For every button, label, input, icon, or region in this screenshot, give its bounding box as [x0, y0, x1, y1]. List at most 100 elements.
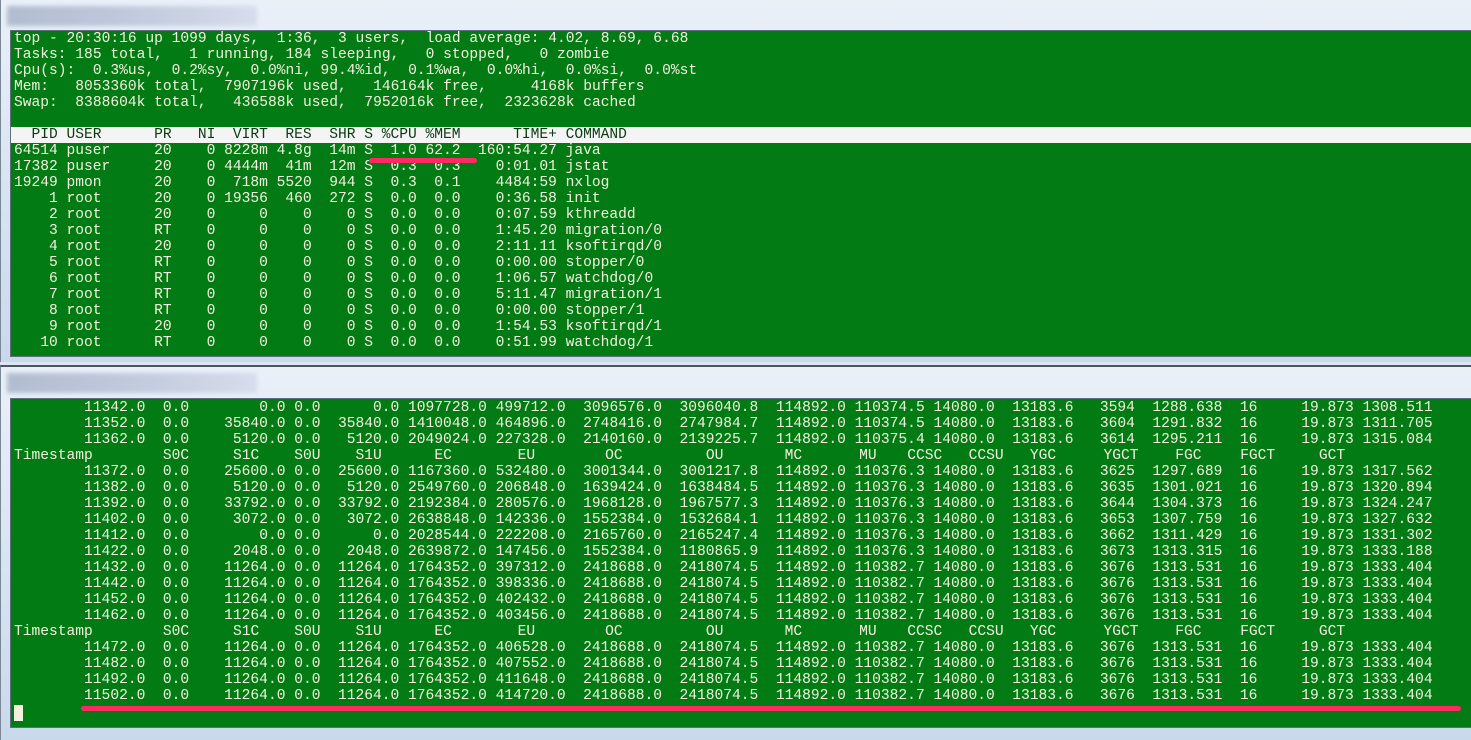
cell-fgc: 16: [1239, 560, 1258, 576]
jstat-row: 11432.0 0.0 11264.0 0.0 11264.0 1764352.0 3973…: [11, 560, 1471, 576]
cell-s1u: 11264.0: [337, 672, 400, 688]
cell-ni: 0: [206, 191, 216, 207]
cell-mc: 114892.0: [775, 416, 846, 432]
cell-pid: 6: [49, 271, 58, 287]
cell-eu: 403456.0: [495, 608, 566, 624]
cell-command: watchdog/0: [565, 271, 654, 287]
cell-ou: 2165247.4: [679, 528, 759, 544]
cell-res: 0: [302, 239, 312, 255]
top-output[interactable]: top - 20:30:16 up 1099 days, 1:36, 3 use…: [10, 30, 1471, 357]
cell-ec: 2549760.0: [408, 480, 487, 496]
column-header: S0C: [162, 448, 190, 464]
cell-res: 5520: [276, 175, 312, 191]
column-header: PID: [31, 127, 58, 143]
cell-timestamp: 11362.0: [84, 432, 146, 448]
cell-ni: 0: [206, 287, 216, 303]
cell-command: jstat: [565, 159, 610, 175]
cell-gct: 1331.302: [1362, 528, 1433, 544]
process-row[interactable]: 7 root RT 0 0 0 0 S 0.0 0.0 5:11.47 migration/1: [11, 287, 1471, 303]
cell-ec: 1167360.0: [408, 464, 487, 480]
cell-user: puser: [66, 159, 111, 175]
cell-mu: 110382.7: [854, 688, 925, 704]
jstat-header-row: Timestamp S0C S1C S0U S1U EC EU OC OU MC MU CCSC CCS…: [11, 624, 1471, 640]
cell-shr: 0: [346, 223, 356, 239]
cell-s0c: 0.0: [162, 496, 190, 512]
cell-ccsu: 13183.6: [1012, 640, 1074, 656]
cell-virt: 0: [259, 239, 268, 255]
cell-ccsc: 14080.0: [933, 672, 995, 688]
summary-line: Mem: 8053360k total, 7907196k used, 1461…: [14, 79, 645, 95]
cell-ou: 2418074.5: [679, 576, 759, 592]
terminal-cursor: [14, 705, 23, 721]
title-bar[interactable]: [1, 0, 1471, 30]
cell-s1u: 11264.0: [337, 608, 400, 624]
cell-gct: 1333.404: [1362, 560, 1433, 576]
column-header: USER: [66, 127, 102, 143]
cell-fgc: 16: [1239, 528, 1258, 544]
cell-ccsc: 14080.0: [933, 688, 995, 704]
cell-fgc: 16: [1239, 608, 1258, 624]
column-header: S0U: [294, 624, 321, 640]
jstat-row: 11372.0 0.0 25600.0 0.0 25600.0 1167360.0 5324…: [11, 464, 1471, 480]
cell-cpu: 0.0: [390, 191, 417, 207]
cell-cpu: 0.0: [390, 255, 417, 271]
cell-pr: RT: [154, 335, 172, 351]
cell-virt: 0: [259, 255, 268, 271]
process-row[interactable]: 5 root RT 0 0 0 0 S 0.0 0.0 0:00.00 stopper/0: [11, 255, 1471, 271]
cell-fgct: 19.873: [1301, 416, 1354, 432]
column-header: MU: [859, 624, 877, 640]
cell-shr: 0: [346, 319, 356, 335]
cell-ccsc: 14080.0: [933, 656, 995, 672]
cell-s1c: 3072.0: [232, 512, 286, 528]
cell-user: root: [66, 335, 102, 351]
column-header: FGCT: [1240, 624, 1276, 640]
process-row[interactable]: 2 root 20 0 0 0 0 S 0.0 0.0 0:07.59 kthreadd: [11, 207, 1471, 223]
cell-s1c: 11264.0: [224, 688, 286, 704]
process-row[interactable]: 19249 pmon 20 0 718m 5520 944 S 0.3 0.1 4484:59 nxl…: [11, 175, 1471, 191]
cell-mu: 110382.7: [854, 560, 925, 576]
cell-gct: 1333.404: [1362, 656, 1433, 672]
cell-s0c: 0.0: [162, 416, 190, 432]
process-row[interactable]: 1 root 20 0 19356 460 272 S 0.0 0.0 0:36.58 init: [11, 191, 1471, 207]
cell-pid: 19249: [14, 175, 58, 191]
jstat-output[interactable]: 11342.0 0.0 0.0 0.0 0.0 1097728.0 499712.0 3096…: [10, 398, 1471, 728]
process-row[interactable]: 3 root RT 0 0 0 0 S 0.0 0.0 1:45.20 migration/0: [11, 223, 1471, 239]
column-header: TIME+: [513, 127, 557, 143]
cell-s1u: 11264.0: [337, 656, 400, 672]
cell-virt: 718m: [232, 175, 268, 191]
process-row[interactable]: 64514 puser 20 0 8228m 4.8g 14m S 1.0 62.2 160:54.…: [11, 143, 1471, 159]
cell-ygc: 3604: [1099, 416, 1135, 432]
process-row[interactable]: 17382 puser 20 0 4444m 41m 12m S 0.3 0.3 0:01.01 js…: [11, 159, 1471, 175]
cell-ec: 2639872.0: [408, 544, 487, 560]
jstat-row: 11402.0 0.0 3072.0 0.0 3072.0 2638848.0 142336…: [11, 512, 1471, 528]
column-header: OU: [705, 448, 724, 464]
cell-ccsu: 13183.6: [1012, 544, 1074, 560]
process-row[interactable]: 4 root 20 0 0 0 0 S 0.0 0.0 2:11.11 ksoftirqd/0: [11, 239, 1471, 255]
cell-virt: 0: [259, 223, 268, 239]
process-row[interactable]: 6 root RT 0 0 0 0 S 0.0 0.0 1:06.57 watchdog/0: [11, 271, 1471, 287]
jstat-terminal-window: 11342.0 0.0 0.0 0.0 0.0 1097728.0 499712.0 3096…: [0, 365, 1471, 740]
cell-timestamp: 11402.0: [84, 512, 146, 528]
cell-pr: 20: [154, 191, 172, 207]
cell-ygct: 1301.021: [1152, 480, 1223, 496]
process-row[interactable]: 10 root RT 0 0 0 0 S 0.0 0.0 0:51.99 watchdog/1: [11, 335, 1471, 351]
cell-gct: 1333.188: [1362, 544, 1433, 560]
cell-ou: 2418074.5: [679, 688, 759, 704]
cell-s1u: 5120.0: [346, 432, 400, 448]
cell-ccsu: 13183.6: [1012, 608, 1074, 624]
cell-mu: 110376.3: [854, 480, 925, 496]
cell-pid: 4: [49, 239, 58, 255]
title-bar[interactable]: [1, 367, 1471, 397]
cell-eu: 407552.0: [495, 656, 566, 672]
cell-shr: 0: [346, 287, 356, 303]
cell-mu: 110376.3: [854, 544, 925, 560]
process-row[interactable]: 9 root 20 0 0 0 0 S 0.0 0.0 1:54.53 ksoftirqd/1: [11, 319, 1471, 335]
cell-fgc: 16: [1239, 592, 1258, 608]
cell-mu: 110376.3: [854, 464, 925, 480]
cell-ygct: 1313.531: [1152, 576, 1223, 592]
jstat-row: 11502.0 0.0 11264.0 0.0 11264.0 1764352.0 4147…: [11, 688, 1471, 704]
cell-mu: 110376.3: [854, 496, 925, 512]
cell-command: nxlog: [565, 175, 610, 191]
cell-gct: 1324.247: [1362, 496, 1433, 512]
process-row[interactable]: 8 root RT 0 0 0 0 S 0.0 0.0 0:00.00 stopper/1: [11, 303, 1471, 319]
